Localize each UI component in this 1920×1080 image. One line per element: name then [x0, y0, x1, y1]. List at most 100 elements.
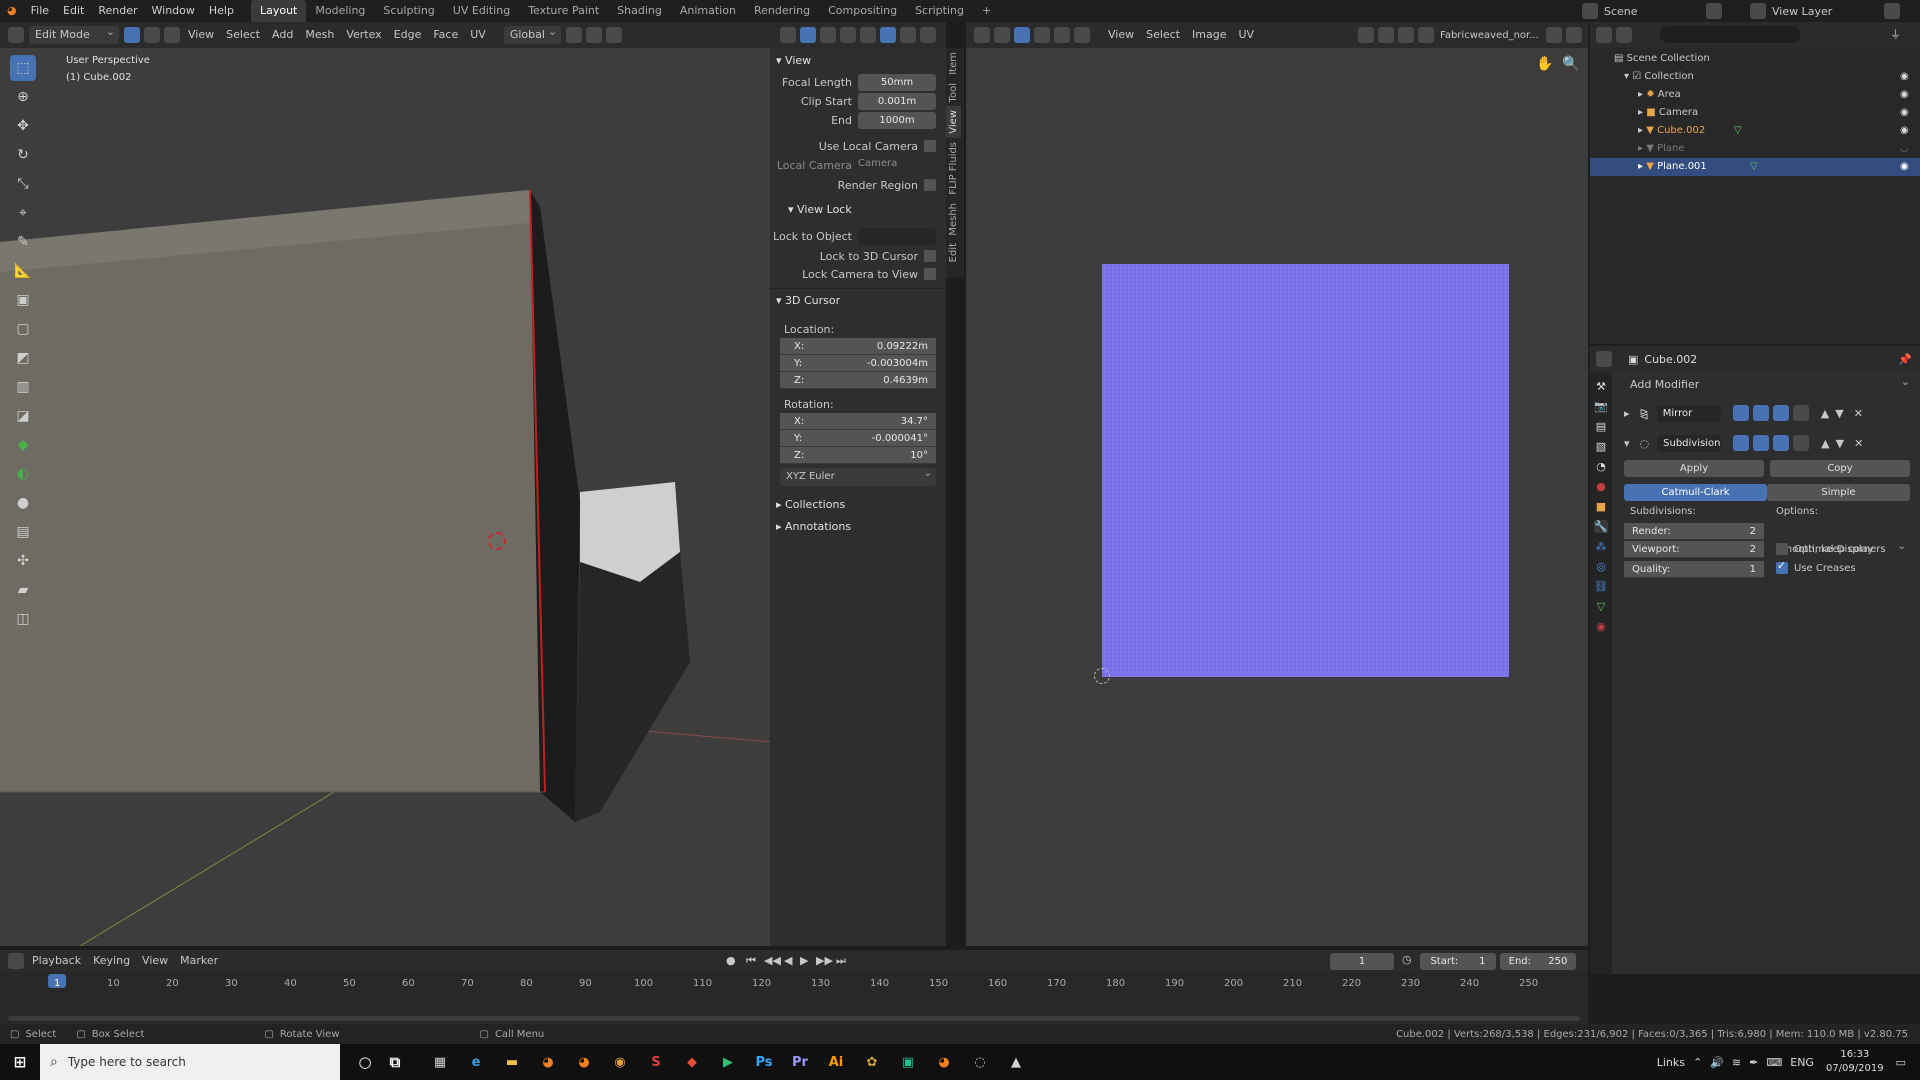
- scene-tab-icon[interactable]: ◔: [1596, 460, 1606, 473]
- annotations-header[interactable]: ▸ Annotations: [776, 520, 851, 533]
- mirror-name-field[interactable]: Mirror: [1656, 404, 1721, 422]
- quality-field[interactable]: Quality: 1: [1624, 561, 1764, 578]
- outliner-item-plane-001[interactable]: ▸ ▼ Plane.001 ▽ ◉: [1590, 158, 1920, 176]
- menu-face[interactable]: Face: [427, 25, 464, 45]
- explorer-icon[interactable]: ▬: [497, 1047, 527, 1077]
- material-shading-icon[interactable]: [900, 27, 916, 43]
- pivot-icon[interactable]: [1358, 27, 1374, 43]
- menu-uv[interactable]: UV: [464, 25, 492, 45]
- pin-icon[interactable]: 📌: [1898, 353, 1912, 366]
- image-editor[interactable]: ✋ 🔍: [966, 22, 1588, 946]
- chrome-icon[interactable]: ◉: [605, 1047, 635, 1077]
- remove-modifier-icon[interactable]: ✕: [1854, 437, 1863, 450]
- use-creases-checkbox[interactable]: [1776, 559, 1788, 574]
- tab-tool[interactable]: Tool: [946, 79, 961, 106]
- world-tab-icon[interactable]: ●: [1596, 480, 1606, 493]
- annotate-tool-icon[interactable]: ✎: [10, 229, 36, 255]
- move-down-icon[interactable]: ▼: [1835, 407, 1843, 420]
- visibility-eye-icon[interactable]: ◉: [1900, 122, 1909, 140]
- object-tab-icon[interactable]: ■: [1596, 500, 1606, 513]
- network-icon[interactable]: ≋: [1732, 1056, 1741, 1069]
- jump-start-icon[interactable]: ⏮: [746, 954, 756, 968]
- blender2-icon[interactable]: ◕: [569, 1047, 599, 1077]
- app-multi-icon[interactable]: ✿: [857, 1047, 887, 1077]
- blender-logo-icon[interactable]: ◕: [0, 0, 24, 22]
- proportional-icon[interactable]: [1398, 27, 1414, 43]
- image-browse-icon[interactable]: [1418, 27, 1434, 43]
- pan-view-icon[interactable]: ✋: [1536, 56, 1553, 72]
- rip-tool-icon[interactable]: ◫: [10, 606, 36, 632]
- edge-slide-tool-icon[interactable]: ▤: [10, 519, 36, 545]
- tab-flip-fluids[interactable]: FLIP Fluids: [946, 138, 961, 199]
- collections-header[interactable]: ▸ Collections: [776, 498, 845, 511]
- play-icon[interactable]: ▶: [713, 1047, 743, 1077]
- spin-tool-icon[interactable]: ◐: [10, 461, 36, 487]
- vertex-select-icon[interactable]: [124, 27, 140, 43]
- tab-item[interactable]: Item: [946, 48, 961, 79]
- play-reverse-icon[interactable]: ◀: [784, 954, 792, 967]
- jump-end-icon[interactable]: ⏭: [836, 954, 846, 968]
- image-name-field[interactable]: Fabricweaved_nor...: [1440, 30, 1540, 41]
- cursor-tool-icon[interactable]: ⊕: [10, 84, 36, 110]
- edge-icon[interactable]: e: [461, 1047, 491, 1077]
- editor-type-icon[interactable]: [8, 953, 24, 969]
- menu-add[interactable]: Add: [266, 25, 299, 45]
- taskbar-search[interactable]: ⌕ Type here to search: [40, 1044, 340, 1080]
- tab-edit[interactable]: Edit: [946, 239, 961, 266]
- overlays-icon[interactable]: [820, 27, 836, 43]
- scene-collection-row[interactable]: ▤ Scene Collection: [1614, 50, 1920, 68]
- tab-layout[interactable]: Layout: [250, 0, 307, 22]
- subdivision-name-field[interactable]: Subdivision: [1657, 434, 1722, 452]
- clock[interactable]: 16:33 07/09/2019: [1826, 1048, 1884, 1076]
- menu-vertex[interactable]: Vertex: [340, 25, 387, 45]
- prev-keyframe-icon[interactable]: ◀◀: [764, 954, 781, 967]
- menu-edit[interactable]: Edit: [56, 0, 91, 22]
- timeline-scrollbar[interactable]: [8, 1016, 1580, 1021]
- menu-keying[interactable]: Keying: [87, 951, 136, 971]
- visibility-eye-icon[interactable]: ◉: [1900, 104, 1909, 122]
- photoshop-icon[interactable]: Ps: [749, 1047, 779, 1077]
- mode-dropdown[interactable]: Edit Mode: [29, 23, 119, 44]
- move-up-icon[interactable]: ▲: [1821, 407, 1829, 420]
- calculator-icon[interactable]: ▦: [425, 1047, 455, 1077]
- show-cage-icon[interactable]: [1733, 435, 1750, 451]
- app-red-icon[interactable]: S: [641, 1047, 671, 1077]
- visibility-eye-icon[interactable]: ◉: [1900, 68, 1909, 86]
- move-down-icon[interactable]: ▼: [1836, 437, 1844, 450]
- select-box-tool-icon[interactable]: ⬚: [10, 55, 36, 81]
- add-modifier-dropdown[interactable]: Add Modifier: [1624, 373, 1914, 394]
- menu-window[interactable]: Window: [145, 0, 202, 22]
- cursor-location-x[interactable]: X: 0.09222m: [780, 338, 936, 355]
- local-camera-field[interactable]: Camera: [858, 158, 936, 169]
- lock-to-object-field[interactable]: [858, 228, 936, 245]
- app-green-icon[interactable]: ▣: [893, 1047, 923, 1077]
- view-layer-selector[interactable]: View Layer: [1748, 0, 1902, 22]
- edge-select-icon[interactable]: [144, 27, 160, 43]
- visibility-eye-icon[interactable]: ◉: [1900, 86, 1909, 104]
- render-tab-icon[interactable]: 📷: [1594, 400, 1608, 413]
- view-layer-new-icon[interactable]: [1884, 3, 1900, 19]
- data-tab-icon[interactable]: ▽: [1597, 600, 1605, 613]
- photos-icon[interactable]: ▲: [1001, 1047, 1031, 1077]
- physics-tab-icon[interactable]: ◎: [1596, 560, 1606, 573]
- render-levels-field[interactable]: Render: 2: [1624, 523, 1764, 540]
- particles-tab-icon[interactable]: ⁂: [1596, 540, 1607, 553]
- constraints-tab-icon[interactable]: ⛓: [1594, 580, 1608, 593]
- rotation-mode-dropdown[interactable]: XYZ Euler: [780, 465, 936, 486]
- menu-view[interactable]: View: [182, 25, 220, 45]
- shear-tool-icon[interactable]: ▰: [10, 577, 36, 603]
- orientation-dropdown[interactable]: Global: [503, 23, 561, 44]
- notifications-icon[interactable]: ▭: [1896, 1056, 1906, 1069]
- menu-edge[interactable]: Edge: [388, 25, 428, 45]
- collapse-arrow-icon[interactable]: ▾: [1624, 437, 1630, 450]
- lock-to-cursor-checkbox[interactable]: [924, 250, 936, 262]
- extrude-tool-icon[interactable]: ▣: [10, 287, 36, 313]
- tray-chevron-icon[interactable]: ⌃: [1693, 1056, 1702, 1069]
- tab-animation[interactable]: Animation: [671, 0, 745, 22]
- scene-selector[interactable]: Scene: [1580, 0, 1724, 22]
- next-keyframe-icon[interactable]: ▶▶: [816, 954, 833, 967]
- editor-type-icon[interactable]: [974, 27, 990, 43]
- face-select-icon[interactable]: [164, 27, 180, 43]
- lock-camera-checkbox[interactable]: [924, 268, 936, 280]
- shrink-tool-icon[interactable]: ✣: [10, 548, 36, 574]
